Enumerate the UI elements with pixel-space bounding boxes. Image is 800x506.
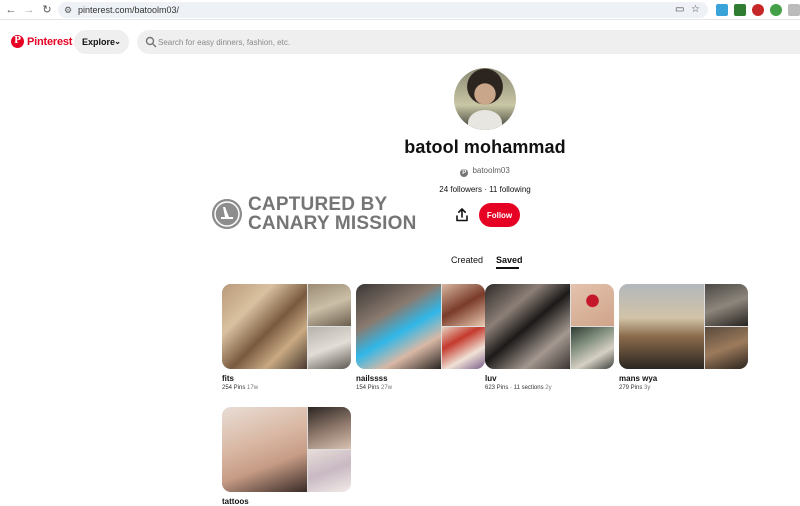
following-count[interactable]: 11 following bbox=[489, 185, 531, 194]
pin-image bbox=[705, 284, 748, 326]
canary-mission-logo-icon bbox=[212, 199, 242, 229]
browser-toolbar: ← → ↻ ⚙ pinterest.com/batoolm03/ ▭ ☆ bbox=[0, 0, 800, 20]
extension-icon[interactable] bbox=[734, 4, 746, 16]
back-arrow-icon[interactable]: ← bbox=[4, 3, 18, 17]
pin-image bbox=[619, 284, 704, 369]
pin-image bbox=[308, 327, 351, 369]
search-icon bbox=[145, 36, 157, 48]
pin-image bbox=[308, 284, 351, 326]
board-title: tattoos bbox=[222, 497, 249, 506]
board-age: 27w bbox=[381, 385, 393, 391]
pinterest-logo[interactable]: P Pinterest bbox=[11, 35, 72, 48]
pin-image bbox=[356, 284, 441, 369]
extension-icon[interactable] bbox=[788, 4, 800, 16]
explore-button[interactable]: Explore ⌄ bbox=[74, 30, 129, 54]
search-input[interactable] bbox=[158, 30, 758, 54]
follow-stats: 24 followers · 11 following bbox=[400, 185, 570, 194]
watermark-line-2: CANARY MISSION bbox=[248, 213, 417, 234]
profile-handle-row: P batoolm03 bbox=[430, 166, 540, 177]
board-cover[interactable] bbox=[356, 284, 485, 369]
reload-icon[interactable]: ↻ bbox=[40, 3, 54, 17]
pinterest-small-icon: P bbox=[460, 169, 469, 177]
pin-image bbox=[308, 450, 351, 492]
extension-icon[interactable] bbox=[752, 4, 764, 16]
followers-count[interactable]: 24 followers bbox=[439, 185, 482, 194]
pin-image bbox=[442, 327, 485, 369]
board-cover[interactable] bbox=[222, 284, 351, 369]
site-settings-icon[interactable]: ⚙ bbox=[64, 4, 72, 16]
extension-icon[interactable] bbox=[770, 4, 782, 16]
install-app-icon[interactable]: ▭ bbox=[675, 4, 684, 16]
board-card[interactable]: nailssss 154 Pins 27w bbox=[356, 284, 485, 391]
board-meta: 279 Pins 3y bbox=[619, 385, 748, 391]
board-pin-count: 279 Pins bbox=[619, 385, 643, 391]
board-pin-count: 154 Pins bbox=[356, 385, 380, 391]
board-title: fits bbox=[222, 374, 234, 383]
board-title: mans wya bbox=[619, 374, 658, 383]
pin-image bbox=[222, 284, 307, 369]
board-title: luv bbox=[485, 374, 497, 383]
pinterest-logo-icon: P bbox=[11, 35, 24, 48]
chevron-down-icon: ⌄ bbox=[114, 37, 121, 46]
pin-image bbox=[442, 284, 485, 326]
watermark-line-1: CAPTURED BY bbox=[248, 194, 388, 215]
follow-button[interactable]: Follow bbox=[479, 203, 520, 227]
bookmark-star-icon[interactable]: ☆ bbox=[691, 4, 700, 16]
board-card[interactable]: tattoos bbox=[222, 407, 351, 506]
share-icon[interactable] bbox=[455, 208, 469, 222]
pin-image bbox=[571, 284, 614, 326]
stats-separator: · bbox=[481, 185, 490, 194]
board-meta: 254 Pins 17w bbox=[222, 385, 351, 391]
board-age: 17w bbox=[247, 385, 259, 391]
tab-created[interactable]: Created bbox=[451, 255, 483, 265]
tab-saved[interactable]: Saved bbox=[496, 255, 523, 265]
url-text: pinterest.com/batoolm03/ bbox=[78, 5, 180, 15]
pin-image bbox=[308, 407, 351, 449]
board-cover[interactable] bbox=[485, 284, 614, 369]
profile-name: batool mohammad bbox=[404, 137, 566, 157]
pin-image bbox=[571, 327, 614, 369]
board-pin-count: 623 Pins · 11 sections bbox=[485, 385, 544, 391]
forward-arrow-icon[interactable]: → bbox=[22, 3, 36, 17]
board-cover[interactable] bbox=[222, 407, 351, 492]
pin-image bbox=[222, 407, 307, 492]
address-bar[interactable]: ⚙ pinterest.com/batoolm03/ ▭ ☆ bbox=[58, 2, 708, 18]
board-card[interactable]: fits 254 Pins 17w bbox=[222, 284, 351, 391]
board-age: 3y bbox=[644, 385, 651, 391]
logo-text: Pinterest bbox=[27, 35, 73, 48]
board-meta: 154 Pins 27w bbox=[356, 385, 485, 391]
explore-label: Explore bbox=[82, 37, 116, 47]
profile-handle: batoolm03 bbox=[472, 166, 510, 175]
board-card[interactable]: mans wya 279 Pins 3y bbox=[619, 284, 748, 391]
board-card[interactable]: luv 623 Pins · 11 sections 2y bbox=[485, 284, 614, 391]
board-meta: 623 Pins · 11 sections 2y bbox=[485, 385, 614, 391]
active-tab-indicator bbox=[496, 267, 519, 269]
watermark-text: CAPTURED BY CANARY MISSION bbox=[248, 195, 417, 233]
board-age: 2y bbox=[545, 385, 552, 391]
extension-icon[interactable] bbox=[716, 4, 728, 16]
pin-image bbox=[485, 284, 570, 369]
board-title: nailssss bbox=[356, 374, 388, 383]
board-cover[interactable] bbox=[619, 284, 748, 369]
board-pin-count: 254 Pins bbox=[222, 385, 246, 391]
pin-image bbox=[705, 327, 748, 369]
avatar[interactable] bbox=[454, 68, 516, 130]
